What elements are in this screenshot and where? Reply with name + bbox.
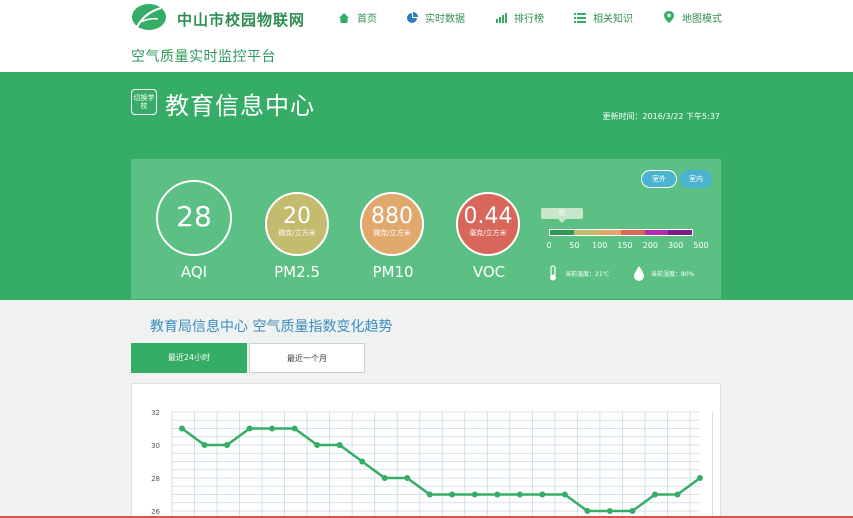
nav-map-label: 地图模式	[682, 14, 722, 25]
pm25-label: PM2.5	[274, 263, 320, 281]
leaf-logo-icon[interactable]	[131, 2, 167, 32]
nav-ranking-label: 排行榜	[514, 14, 544, 25]
nav-home[interactable]: 首页	[338, 10, 377, 25]
voc-unit: 毫克/立方米	[469, 229, 507, 237]
update-time: 更新时间：2016/3/22 下午5:37	[602, 112, 720, 121]
aqi-data-point[interactable]	[359, 458, 366, 465]
aqi-data-point[interactable]	[314, 442, 321, 448]
pm25-circle: 20 微克/立方米	[265, 192, 329, 256]
aqi-circle: 28	[156, 180, 232, 256]
y-tick-label: 32	[151, 409, 160, 417]
outdoor-toggle-button[interactable]: 室外	[641, 170, 677, 188]
water-drop-icon	[634, 266, 644, 281]
pm25-value: 20	[283, 204, 311, 229]
aqi-data-point[interactable]	[449, 491, 456, 498]
pm10-label: PM10	[372, 263, 414, 281]
nav-realtime-label: 实时数据	[425, 14, 465, 25]
trend-title: 教育局信息中心 空气质量指数变化趋势	[150, 319, 393, 335]
aqi-scale-tick: 150	[617, 241, 633, 250]
aqi-data-point[interactable]	[471, 491, 478, 498]
air-quality-panel: 室外 室内 28 AQI 20 微克/立方米 PM2.5 880 微克/立方米 …	[131, 159, 721, 299]
nav-map[interactable]: 地图模式	[663, 10, 722, 25]
aqi-data-point[interactable]	[336, 442, 343, 448]
aqi-scale-segment	[668, 230, 692, 235]
pm25-unit: 微克/立方米	[278, 229, 316, 237]
aqi-scale-tick: 0	[546, 241, 552, 250]
nav-knowledge-label: 相关知识	[593, 14, 633, 25]
humidity-text: 当前湿度：80%	[651, 270, 695, 278]
aqi-data-point[interactable]	[404, 475, 411, 481]
aqi-data-point[interactable]	[381, 475, 388, 481]
aqi-scale-segment	[597, 230, 621, 235]
humidity-info: 当前湿度：80%	[633, 265, 694, 281]
tab-last-month[interactable]: 最近一个月	[249, 343, 365, 373]
aqi-data-point[interactable]	[651, 491, 658, 498]
pm10-value: 880	[371, 204, 413, 229]
pm10-circle: 880 微克/立方米	[360, 192, 424, 256]
nav-home-label: 首页	[357, 14, 377, 25]
aqi-data-point[interactable]	[516, 491, 523, 498]
aqi-scale-bar	[549, 229, 693, 236]
school-name: 教育信息中心	[165, 92, 315, 120]
aqi-data-point[interactable]	[179, 425, 185, 432]
aqi-data-point[interactable]	[269, 425, 276, 432]
list-icon	[574, 12, 586, 23]
site-title[interactable]: 中山市校园物联网	[177, 9, 305, 30]
aqi-data-point[interactable]	[697, 475, 703, 481]
aqi-data-point[interactable]	[291, 425, 298, 432]
aqi-data-point[interactable]	[629, 508, 636, 514]
aqi-scale: 优 0 50 100 150 200 300 500	[541, 208, 711, 258]
aqi-scale-ticks: 0 50 100 150 200 300 500	[541, 241, 711, 251]
aqi-data-point[interactable]	[224, 442, 231, 448]
temperature-text: 当前温度：21℃	[565, 270, 610, 278]
top-nav-bar: 中山市校园物联网 首页 实时数据 排行榜 相关知识 地图模式 空气质量实时监控平…	[0, 0, 853, 72]
aqi-data-point[interactable]	[606, 508, 613, 514]
pm10-unit: 微克/立方米	[373, 229, 411, 237]
aqi-value: 28	[176, 200, 212, 233]
aqi-scale-segment	[644, 230, 669, 235]
pie-chart-icon	[407, 11, 418, 23]
aqi-data-point[interactable]	[201, 442, 208, 448]
nav-ranking[interactable]: 排行榜	[495, 10, 544, 25]
voc-label: VOC	[472, 263, 506, 281]
aqi-scale-tick: 500	[693, 241, 709, 250]
indoor-toggle-button[interactable]: 室内	[680, 170, 712, 188]
aqi-scale-tick: 300	[668, 241, 684, 250]
y-tick-label: 28	[151, 475, 160, 483]
home-icon	[339, 12, 349, 23]
aqi-trend-chart: 32 30 28 26	[131, 383, 721, 518]
aqi-scale-tick: 50	[569, 241, 580, 250]
aqi-scale-tick: 200	[642, 241, 658, 250]
aqi-scale-tick: 100	[592, 241, 608, 250]
switch-school-icon[interactable]: 切换学校	[131, 89, 157, 115]
aqi-data-point[interactable]	[494, 491, 501, 498]
bar-chart-icon	[496, 12, 507, 23]
nav-knowledge[interactable]: 相关知识	[574, 10, 633, 25]
aqi-scale-segment	[550, 230, 574, 235]
aqi-scale-segment	[620, 230, 645, 235]
aqi-data-point[interactable]	[426, 491, 433, 498]
aqi-data-point[interactable]	[539, 491, 546, 498]
aqi-trend-chart-svg: 32 30 28 26	[151, 409, 713, 518]
aqi-label: AQI	[180, 263, 208, 281]
map-pin-icon	[664, 11, 674, 23]
aqi-data-point[interactable]	[561, 491, 568, 498]
tab-last-24-hours[interactable]: 最近24小时	[131, 343, 247, 373]
aqi-data-point[interactable]	[674, 491, 681, 498]
platform-subtitle: 空气质量实时监控平台	[131, 49, 276, 65]
temperature-info: 当前温度：21℃	[548, 265, 609, 281]
voc-value: 0.44	[463, 204, 513, 229]
aqi-data-point[interactable]	[584, 508, 591, 514]
voc-circle: 0.44 毫克/立方米	[456, 192, 520, 256]
nav-realtime[interactable]: 实时数据	[406, 10, 465, 25]
y-tick-label: 26	[151, 508, 160, 516]
aqi-data-point[interactable]	[246, 425, 253, 432]
aqi-scale-segment	[573, 230, 598, 235]
thermometer-icon	[550, 265, 556, 281]
aqi-level-tag: 优	[541, 208, 583, 223]
y-tick-label: 30	[151, 442, 160, 450]
